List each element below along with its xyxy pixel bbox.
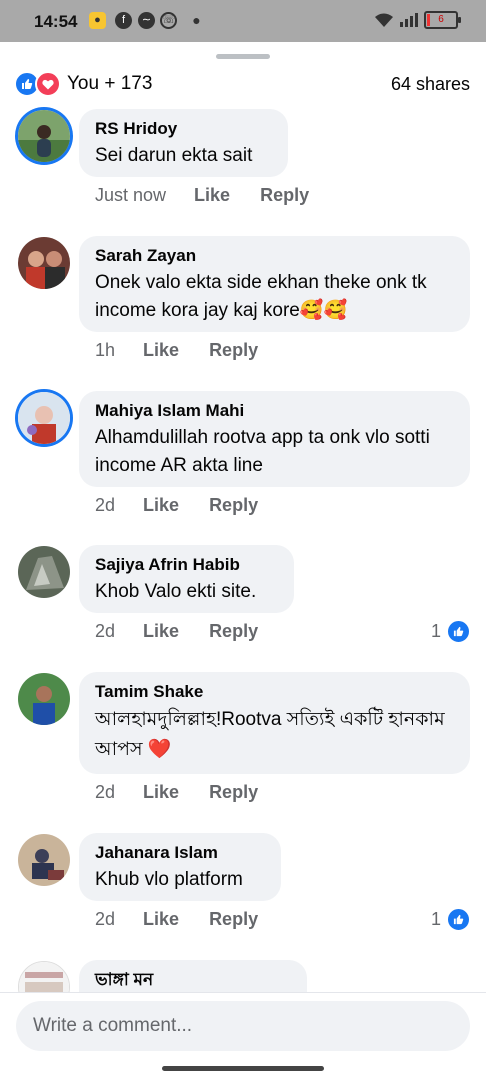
- reactions-bar[interactable]: You + 173 64 shares: [14, 70, 470, 98]
- comment-text: Alhamdulillah rootva app ta onk vlo sott…: [95, 427, 430, 476]
- comment-actions: 2d Like Reply: [95, 495, 258, 516]
- like-count: 1: [430, 909, 441, 929]
- reply-button[interactable]: Reply: [209, 340, 258, 361]
- facebook-notification-icon: f: [115, 12, 132, 29]
- comment-actions: Just now Like Reply: [95, 185, 309, 206]
- battery-level: 6: [438, 14, 444, 25]
- messenger-notification-icon: ∼: [138, 12, 155, 29]
- comment-time[interactable]: 2d: [95, 621, 115, 642]
- comment-author[interactable]: Tamim Shake: [95, 681, 454, 703]
- comment-time[interactable]: 1h: [95, 340, 115, 361]
- comment-text: Khub vlo platform: [95, 869, 243, 890]
- comment-bubble[interactable]: Sarah Zayan Onek valo ekta side ekhan th…: [79, 236, 470, 332]
- like-button[interactable]: Like: [143, 495, 179, 516]
- comment-author[interactable]: Mahiya Islam Mahi: [95, 400, 454, 422]
- avatar[interactable]: [18, 392, 70, 444]
- battery-icon: 6: [424, 11, 461, 29]
- comment-text: Sei darun ekta sait: [95, 145, 253, 166]
- comment-input[interactable]: Write a comment...: [16, 1001, 470, 1051]
- comment-author[interactable]: Sarah Zayan: [95, 245, 454, 267]
- comment-time[interactable]: Just now: [95, 185, 166, 206]
- comment-like-count[interactable]: 1: [431, 908, 470, 931]
- reply-button[interactable]: Reply: [209, 621, 258, 642]
- love-reaction-icon: [35, 71, 61, 97]
- comment-bubble[interactable]: Tamim Shake আলহামদুলিল্লাহ!Rootva সত্যিই…: [79, 672, 470, 774]
- comment-bubble[interactable]: Sajiya Afrin Habib Khob Valo ekti site.: [79, 545, 294, 613]
- like-reaction-icon: [447, 620, 470, 643]
- reply-button[interactable]: Reply: [209, 909, 258, 930]
- like-button[interactable]: Like: [143, 340, 179, 361]
- comment-bubble[interactable]: Mahiya Islam Mahi Alhamdulillah rootva a…: [79, 391, 470, 487]
- avatar[interactable]: [18, 834, 70, 886]
- comment-time[interactable]: 2d: [95, 495, 115, 516]
- comment-time[interactable]: 2d: [95, 909, 115, 930]
- reply-button[interactable]: Reply: [260, 185, 309, 206]
- avatar[interactable]: [18, 546, 70, 598]
- notification-app-icon: ●: [89, 12, 106, 29]
- whatsapp-notification-icon: ☏: [160, 12, 177, 29]
- comment-author[interactable]: ভাঙ্গা মন: [95, 969, 291, 991]
- comment-author[interactable]: RS Hridoy: [95, 118, 272, 140]
- comment-actions: 2d Like Reply: [95, 621, 258, 642]
- comment-bubble[interactable]: Jahanara Islam Khub vlo platform: [79, 833, 281, 901]
- avatar[interactable]: [18, 673, 70, 725]
- comment-bubble[interactable]: RS Hridoy Sei darun ekta sait: [79, 109, 288, 177]
- status-time: 14:54: [34, 12, 78, 31]
- comment-actions: 2d Like Reply: [95, 782, 258, 803]
- comment-author[interactable]: Jahanara Islam: [95, 842, 265, 864]
- shares-count[interactable]: 64 shares: [391, 74, 470, 95]
- more-notifications-icon: ●: [192, 12, 201, 28]
- status-bar: 14:54 ● f ∼ ☏ ● 6: [0, 0, 486, 42]
- status-indicators: 6: [374, 11, 461, 29]
- wifi-icon: [375, 13, 393, 27]
- like-button[interactable]: Like: [194, 185, 230, 206]
- comment-text: আলহামদুলিল্লাহ!Rootva সত্যিই একটি হানকাম…: [95, 709, 445, 760]
- like-button[interactable]: Like: [143, 621, 179, 642]
- comment-author[interactable]: Sajiya Afrin Habib: [95, 554, 278, 576]
- reply-button[interactable]: Reply: [209, 495, 258, 516]
- signal-icon: [400, 13, 418, 27]
- avatar[interactable]: [18, 237, 70, 289]
- like-button[interactable]: Like: [143, 782, 179, 803]
- comment-time[interactable]: 2d: [95, 782, 115, 803]
- avatar[interactable]: [18, 110, 70, 162]
- like-reaction-icon: [447, 908, 470, 931]
- comment-text: Khob Valo ekti site.: [95, 581, 257, 602]
- sheet-drag-handle[interactable]: [216, 54, 270, 59]
- comment-like-count[interactable]: 1: [431, 620, 470, 643]
- home-indicator[interactable]: [162, 1066, 324, 1071]
- comment-actions: 1h Like Reply: [95, 340, 258, 361]
- like-count: 1: [430, 621, 441, 641]
- reaction-summary[interactable]: You + 173: [67, 73, 152, 95]
- comment-text: Onek valo ekta side ekhan theke onk tk i…: [95, 272, 427, 321]
- reply-button[interactable]: Reply: [209, 782, 258, 803]
- like-button[interactable]: Like: [143, 909, 179, 930]
- comment-actions: 2d Like Reply: [95, 909, 258, 930]
